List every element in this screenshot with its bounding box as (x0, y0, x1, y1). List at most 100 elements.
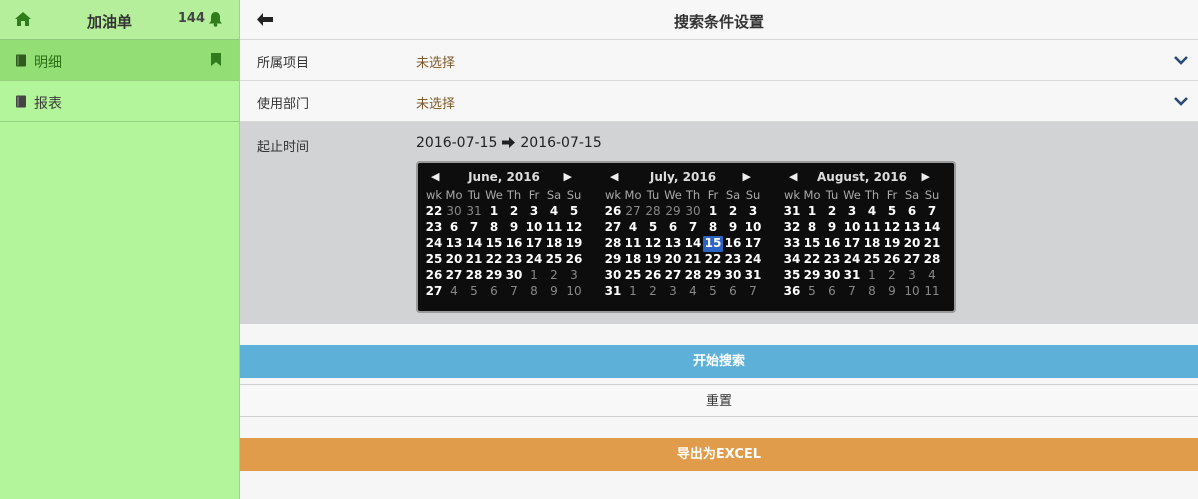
calendar-day[interactable]: 10 (524, 220, 544, 236)
calendar-day[interactable]: 29 (703, 268, 723, 284)
sidebar-item-report[interactable]: 报表 (0, 81, 239, 122)
calendar-day[interactable]: 4 (623, 220, 643, 236)
calendar-day[interactable]: 9 (723, 220, 743, 236)
calendar-day[interactable]: 3 (524, 204, 544, 220)
calendar-day[interactable]: 11 (922, 284, 942, 300)
calendar-day[interactable]: 23 (822, 252, 842, 268)
calendar-day[interactable]: 8 (524, 284, 544, 300)
date-range-display[interactable]: 2016-07-15 2016-07-15 (416, 135, 602, 151)
calendar-day[interactable]: 2 (882, 268, 902, 284)
calendar-day[interactable]: 27 (444, 268, 464, 284)
calendar-day[interactable]: 4 (922, 268, 942, 284)
chevron-down-icon[interactable] (1174, 96, 1188, 106)
calendar-day[interactable]: 7 (922, 204, 942, 220)
calendar-day[interactable]: 9 (822, 220, 842, 236)
calendar-day[interactable]: 29 (484, 268, 504, 284)
calendar-day[interactable]: 30 (822, 268, 842, 284)
chevron-down-icon[interactable] (1174, 55, 1188, 65)
calendar-day[interactable]: 28 (643, 204, 663, 220)
calendar-day[interactable]: 15 (802, 236, 822, 252)
calendar-day[interactable]: 10 (842, 220, 862, 236)
calendar-day[interactable]: 14 (922, 220, 942, 236)
next-month-icon[interactable]: ▶ (743, 170, 751, 183)
calendar-day-selected[interactable]: 15 (703, 236, 723, 252)
calendar-day[interactable]: 15 (484, 236, 504, 252)
calendar-day[interactable]: 19 (882, 236, 902, 252)
calendar-day[interactable]: 28 (683, 268, 703, 284)
calendar-day[interactable]: 5 (882, 204, 902, 220)
calendar-day[interactable]: 1 (484, 204, 504, 220)
calendar-day[interactable]: 1 (802, 204, 822, 220)
calendar-day[interactable]: 30 (444, 204, 464, 220)
calendar-day[interactable]: 4 (862, 204, 882, 220)
calendar-day[interactable]: 6 (902, 204, 922, 220)
next-month-icon[interactable]: ▶ (564, 170, 572, 183)
calendar-day[interactable]: 12 (564, 220, 584, 236)
calendar-day[interactable]: 3 (743, 204, 763, 220)
calendar-day[interactable]: 17 (842, 236, 862, 252)
sidebar-item-detail[interactable]: 明细 (0, 40, 239, 81)
calendar-day[interactable]: 31 (842, 268, 862, 284)
calendar-day[interactable]: 19 (643, 252, 663, 268)
calendar-day[interactable]: 23 (504, 252, 524, 268)
calendar-day[interactable]: 10 (902, 284, 922, 300)
prev-month-icon[interactable]: ◀ (610, 170, 618, 183)
calendar-day[interactable]: 22 (703, 252, 723, 268)
calendar-day[interactable]: 16 (504, 236, 524, 252)
project-select-row[interactable]: 所属项目 未选择 (240, 40, 1198, 81)
calendar-day[interactable]: 5 (564, 204, 584, 220)
calendar-day[interactable]: 22 (802, 252, 822, 268)
calendar-day[interactable]: 13 (902, 220, 922, 236)
calendar-day[interactable]: 31 (464, 204, 484, 220)
calendar-day[interactable]: 2 (643, 284, 663, 300)
calendar-day[interactable]: 9 (882, 284, 902, 300)
calendar-day[interactable]: 27 (902, 252, 922, 268)
reset-button[interactable]: 重置 (240, 384, 1198, 417)
calendar-day[interactable]: 5 (703, 284, 723, 300)
calendar-day[interactable]: 12 (643, 236, 663, 252)
calendar-day[interactable]: 5 (464, 284, 484, 300)
calendar-day[interactable]: 9 (504, 220, 524, 236)
prev-month-icon[interactable]: ◀ (431, 170, 439, 183)
calendar-day[interactable]: 7 (683, 220, 703, 236)
calendar-day[interactable]: 24 (743, 252, 763, 268)
calendar-day[interactable]: 6 (444, 220, 464, 236)
calendar-day[interactable]: 30 (723, 268, 743, 284)
calendar-day[interactable]: 27 (623, 204, 643, 220)
calendar-day[interactable]: 24 (842, 252, 862, 268)
calendar-day[interactable]: 22 (484, 252, 504, 268)
calendar-day[interactable]: 14 (683, 236, 703, 252)
calendar-day[interactable]: 31 (743, 268, 763, 284)
calendar-day[interactable]: 19 (564, 236, 584, 252)
calendar-day[interactable]: 16 (723, 236, 743, 252)
calendar-day[interactable]: 29 (802, 268, 822, 284)
calendar-day[interactable]: 8 (802, 220, 822, 236)
calendar-day[interactable]: 20 (902, 236, 922, 252)
calendar-day[interactable]: 8 (484, 220, 504, 236)
calendar-day[interactable]: 6 (663, 220, 683, 236)
calendar-day[interactable]: 21 (464, 252, 484, 268)
calendar-day[interactable]: 18 (623, 252, 643, 268)
calendar-day[interactable]: 4 (683, 284, 703, 300)
calendar-day[interactable]: 5 (643, 220, 663, 236)
department-value[interactable]: 未选择 (416, 93, 455, 112)
calendar-day[interactable]: 26 (882, 252, 902, 268)
calendar-day[interactable]: 6 (723, 284, 743, 300)
calendar-day[interactable]: 20 (663, 252, 683, 268)
calendar-day[interactable]: 16 (822, 236, 842, 252)
calendar-day[interactable]: 7 (504, 284, 524, 300)
calendar-day[interactable]: 1 (623, 284, 643, 300)
calendar-day[interactable]: 6 (822, 284, 842, 300)
calendar-day[interactable]: 18 (544, 236, 564, 252)
calendar-day[interactable]: 23 (723, 252, 743, 268)
calendar-day[interactable]: 25 (862, 252, 882, 268)
calendar-day[interactable]: 1 (862, 268, 882, 284)
calendar-day[interactable]: 2 (822, 204, 842, 220)
calendar-day[interactable]: 4 (444, 284, 464, 300)
calendar-day[interactable]: 2 (504, 204, 524, 220)
calendar-day[interactable]: 17 (524, 236, 544, 252)
calendar-day[interactable]: 1 (703, 204, 723, 220)
calendar-day[interactable]: 5 (802, 284, 822, 300)
calendar-day[interactable]: 26 (643, 268, 663, 284)
calendar-day[interactable]: 21 (683, 252, 703, 268)
